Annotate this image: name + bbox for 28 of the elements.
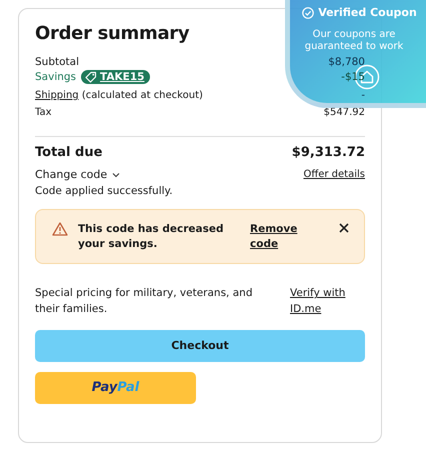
military-pricing-text: Special pricing for military, veterans, and their families. — [35, 286, 254, 318]
summary-title: Order summary — [35, 23, 190, 44]
remove-code-link[interactable]: Remove code — [250, 222, 302, 252]
alert-message: This code has decreased your savings. — [78, 222, 224, 252]
warning-icon — [52, 222, 68, 236]
status-message: Code applied successfully. — [35, 185, 174, 197]
total-value: $9,313.72 — [292, 145, 365, 160]
check-circle-icon — [302, 6, 314, 18]
checkout-button[interactable]: Checkout — [35, 330, 365, 362]
shipping-note: (calculated at checkout) — [82, 90, 203, 101]
savings-label: Savings — [35, 71, 76, 83]
tax-label: Tax — [35, 107, 52, 118]
total-label: Total due — [35, 145, 102, 160]
subtotal-label: Subtotal — [35, 56, 79, 68]
paypal-button[interactable]: PayPal — [35, 372, 196, 404]
coupon-code-tag[interactable]: TAKE15 — [81, 70, 150, 84]
chevron-icon — [112, 172, 120, 178]
shipping-value: - — [361, 90, 365, 101]
verify-link[interactable]: Verify with ID.me — [290, 286, 360, 318]
banner-subtitle: Our coupons are guaranteed to work — [304, 29, 404, 53]
tag-icon — [85, 71, 98, 83]
banner-title: Verified Coupon — [318, 6, 417, 19]
subtotal-value: $8,780 — [328, 56, 365, 68]
offer-details-link[interactable]: Offer details — [303, 169, 365, 180]
shipping-link[interactable]: Shipping — [35, 90, 79, 101]
tax-value: $547.92 — [324, 107, 365, 118]
close-icon[interactable] — [338, 222, 350, 234]
change-code-dropdown[interactable]: Change code — [35, 168, 120, 181]
